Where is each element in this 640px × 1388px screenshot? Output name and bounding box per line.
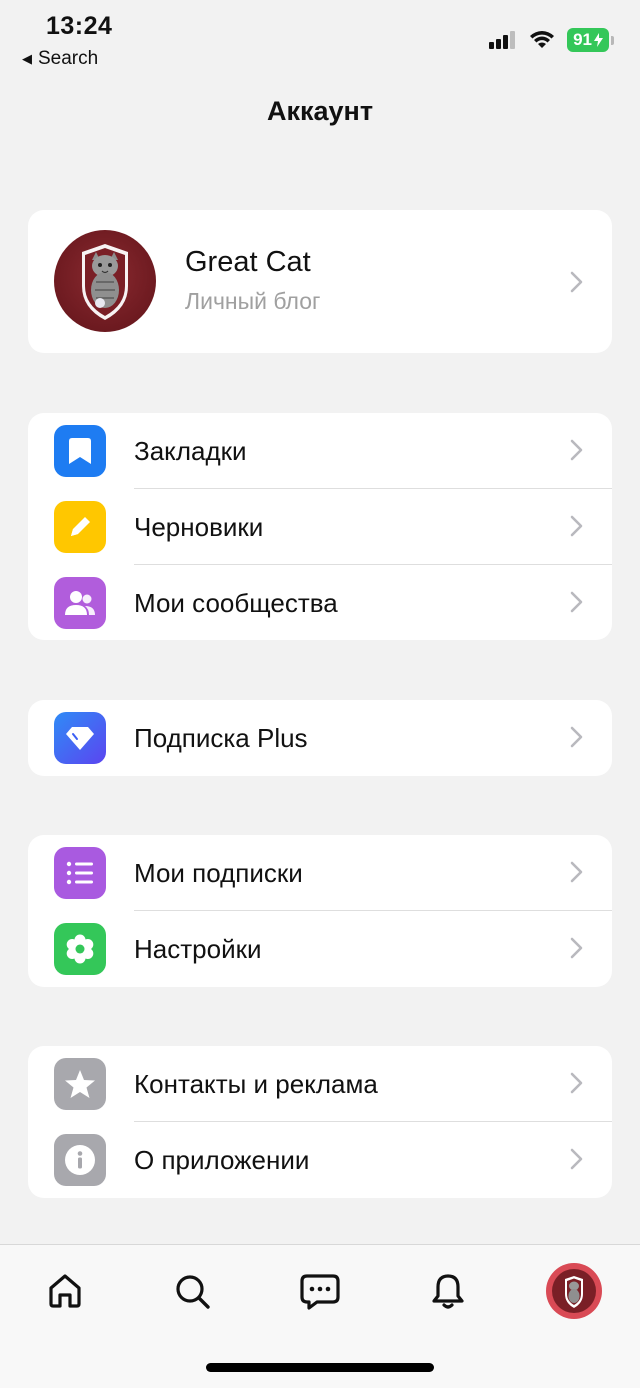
menu-item-communities[interactable]: Мои сообщества (28, 565, 612, 640)
home-icon (49, 1274, 81, 1308)
menu-item-my-subscriptions[interactable]: Мои подписки (28, 835, 612, 911)
profile-name: Great Cat (185, 246, 311, 278)
back-triangle-icon: ◀ (22, 51, 32, 66)
profile-avatar-icon (552, 1269, 596, 1313)
chevron-right-icon (570, 1072, 583, 1094)
chevron-right-icon (570, 439, 583, 461)
back-to-search-link[interactable]: ◀ Search (22, 48, 98, 70)
menu-item-label: Подписка Plus (134, 723, 308, 753)
chevron-right-icon (570, 591, 583, 613)
chat-icon (300, 1274, 340, 1310)
tab-notifications[interactable] (420, 1263, 476, 1319)
menu-group-content: Закладки Черновики Мои сообщества (28, 413, 612, 640)
menu-item-contacts-ads[interactable]: Контакты и реклама (28, 1046, 612, 1122)
battery-indicator: 91 (567, 28, 609, 52)
menu-group-info: Контакты и реклама О приложении (28, 1046, 612, 1198)
menu-item-about-app[interactable]: О приложении (28, 1122, 612, 1198)
menu-item-label: Черновики (134, 512, 264, 542)
menu-item-label: Настройки (134, 934, 262, 964)
menu-item-plus-subscription[interactable]: Подписка Plus (28, 700, 612, 776)
chevron-right-icon (570, 515, 583, 537)
tab-search[interactable] (164, 1263, 220, 1319)
tab-messages[interactable] (292, 1263, 348, 1319)
people-icon (54, 577, 106, 629)
menu-item-label: Закладки (134, 436, 247, 466)
back-label: Search (38, 48, 99, 69)
tab-profile[interactable] (546, 1263, 602, 1319)
search-icon (176, 1275, 210, 1309)
chevron-right-icon (570, 937, 583, 959)
cat-shield-avatar-icon (82, 244, 128, 320)
status-bar: 13:24 ◀ Search 91 (0, 0, 640, 80)
menu-item-label: Контакты и реклама (134, 1069, 378, 1099)
menu-item-settings[interactable]: Настройки (28, 911, 612, 987)
cellular-signal-icon (489, 31, 516, 49)
menu-group-preferences: Мои подписки Настройки (28, 835, 612, 987)
menu-item-label: Мои подписки (134, 858, 303, 888)
battery-level: 91 (573, 30, 592, 49)
pencil-icon (54, 501, 106, 553)
avatar (54, 230, 156, 332)
star-icon (54, 1058, 106, 1110)
menu-item-drafts[interactable]: Черновики (28, 489, 612, 565)
gear-icon (54, 923, 106, 975)
menu-item-label: Мои сообщества (134, 588, 338, 618)
profile-subtitle: Личный блог (185, 288, 321, 314)
info-icon (54, 1134, 106, 1186)
chevron-right-icon (570, 1148, 583, 1170)
profile-card[interactable]: Great Cat Личный блог (28, 210, 612, 353)
tab-home[interactable] (37, 1263, 93, 1319)
bell-icon (432, 1274, 464, 1309)
chevron-right-icon (570, 271, 583, 293)
menu-item-bookmarks[interactable]: Закладки (28, 413, 612, 489)
bookmark-icon (54, 425, 106, 477)
home-indicator (206, 1363, 434, 1372)
menu-group-subscription: Подписка Plus (28, 700, 612, 776)
page-title: Аккаунт (266, 96, 374, 126)
menu-item-label: О приложении (134, 1145, 310, 1175)
chevron-right-icon (570, 861, 583, 883)
wifi-icon (530, 31, 555, 48)
chevron-right-icon (570, 726, 583, 748)
status-time: 13:24 (46, 12, 113, 40)
status-icons: 91 (489, 28, 614, 52)
charging-bolt-icon (594, 33, 603, 47)
diamond-icon (54, 712, 106, 764)
battery-cap (611, 35, 614, 45)
list-icon (54, 847, 106, 899)
